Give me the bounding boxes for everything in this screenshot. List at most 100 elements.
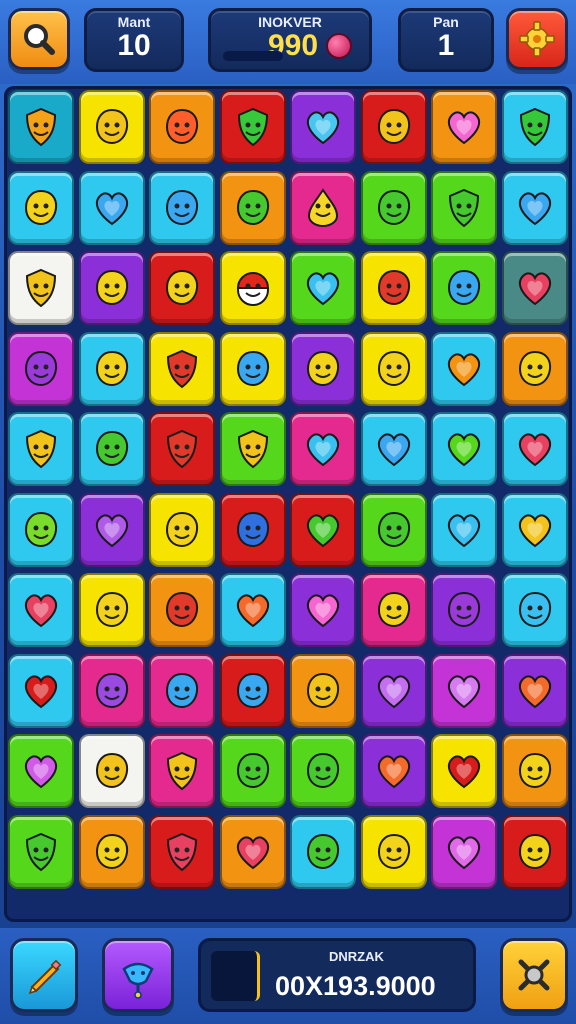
board-tile[interactable] xyxy=(8,653,74,728)
board-tile[interactable] xyxy=(78,653,145,728)
board-tile[interactable] xyxy=(290,573,356,647)
blob-icon xyxy=(306,672,340,708)
board-tile[interactable] xyxy=(360,492,427,567)
board-tile[interactable] xyxy=(431,331,497,406)
board-tile[interactable] xyxy=(360,653,427,728)
board-tile[interactable] xyxy=(290,331,356,406)
board-tile[interactable] xyxy=(501,734,568,808)
board-tile[interactable] xyxy=(78,251,145,325)
heart-icon xyxy=(447,755,481,789)
board-tile[interactable] xyxy=(8,492,74,567)
board-tile[interactable] xyxy=(501,814,568,889)
board-tile[interactable] xyxy=(149,653,215,728)
board-tile[interactable] xyxy=(501,653,568,728)
board-tile[interactable] xyxy=(290,90,356,164)
board-tile[interactable] xyxy=(290,734,356,808)
board-tile[interactable] xyxy=(290,653,356,728)
board-tile[interactable] xyxy=(78,170,145,245)
board-tile[interactable] xyxy=(149,251,215,325)
board-tile[interactable] xyxy=(431,251,497,325)
board-tile[interactable] xyxy=(219,170,286,245)
board-tile[interactable] xyxy=(360,412,427,486)
board-tile[interactable] xyxy=(501,331,568,406)
board-tile[interactable] xyxy=(431,90,497,164)
board-tile[interactable] xyxy=(78,412,145,486)
board-tile[interactable] xyxy=(149,331,215,406)
board-tile[interactable] xyxy=(219,573,286,647)
shield-icon xyxy=(166,832,198,871)
board-tile[interactable] xyxy=(219,90,286,164)
blob-icon xyxy=(518,591,551,628)
board-tile[interactable] xyxy=(290,170,356,245)
board-tile[interactable] xyxy=(219,331,286,406)
board-tile[interactable] xyxy=(149,492,215,567)
board-tile[interactable] xyxy=(149,814,215,889)
board-tile[interactable] xyxy=(501,90,568,164)
board-tile[interactable] xyxy=(219,814,286,889)
board-tile[interactable] xyxy=(360,814,427,889)
board-tile[interactable] xyxy=(219,251,286,325)
board-tile[interactable] xyxy=(8,90,74,164)
board-tile[interactable] xyxy=(360,170,427,245)
board-tile[interactable] xyxy=(78,573,145,647)
board-tile[interactable] xyxy=(431,492,497,567)
search-button[interactable] xyxy=(8,8,70,70)
shuffle-button[interactable] xyxy=(500,938,568,1012)
board-tile[interactable] xyxy=(431,573,497,647)
board-tile[interactable] xyxy=(8,331,74,406)
board-tile[interactable] xyxy=(149,734,215,808)
board-tile[interactable] xyxy=(78,90,145,164)
heart-icon xyxy=(306,111,340,145)
board-tile[interactable] xyxy=(149,573,215,647)
board-tile[interactable] xyxy=(501,251,568,325)
booster-button[interactable] xyxy=(102,938,174,1012)
shuffle-icon xyxy=(518,959,550,991)
board-tile[interactable] xyxy=(360,734,427,808)
board-tile[interactable] xyxy=(219,653,286,728)
board-tile[interactable] xyxy=(290,251,356,325)
board-tile[interactable] xyxy=(219,412,286,486)
board-tile[interactable] xyxy=(431,412,497,486)
ball-icon xyxy=(236,272,269,306)
board-tile[interactable] xyxy=(290,492,356,567)
board-tile[interactable] xyxy=(8,412,74,486)
board-tile[interactable] xyxy=(149,170,215,245)
shield-icon xyxy=(166,751,198,791)
board-tile[interactable] xyxy=(431,814,497,889)
board-tile[interactable] xyxy=(290,814,356,889)
board-tile[interactable] xyxy=(360,331,427,406)
board-tile[interactable] xyxy=(8,814,74,889)
board-tile[interactable] xyxy=(8,251,74,325)
board-tile[interactable] xyxy=(431,653,497,728)
board-tile[interactable] xyxy=(78,814,145,889)
gem-icon xyxy=(326,33,353,59)
board-tile[interactable] xyxy=(8,170,74,245)
heart-icon xyxy=(447,674,481,708)
board-tile[interactable] xyxy=(8,734,74,808)
shield-icon xyxy=(448,188,480,227)
board-tile[interactable] xyxy=(431,734,497,808)
board-tile[interactable] xyxy=(360,251,427,325)
heart-icon xyxy=(306,513,340,547)
board-tile[interactable] xyxy=(501,170,568,245)
board-tile[interactable] xyxy=(78,734,145,808)
board-tile[interactable] xyxy=(8,573,74,647)
board-tile[interactable] xyxy=(149,412,215,486)
board-tile[interactable] xyxy=(360,90,427,164)
board-tile[interactable] xyxy=(431,170,497,245)
board-tile[interactable] xyxy=(501,412,568,486)
pencil-button[interactable] xyxy=(10,938,78,1012)
board-tile[interactable] xyxy=(501,573,568,647)
board-tile[interactable] xyxy=(360,573,427,647)
board-tile[interactable] xyxy=(78,492,145,567)
board-tile[interactable] xyxy=(149,90,215,164)
board-tile[interactable] xyxy=(219,734,286,808)
magnifier-icon xyxy=(24,24,55,55)
board-tile[interactable] xyxy=(501,492,568,567)
bottom-score-value: 00X193.9000 xyxy=(275,971,436,1001)
board-tile[interactable] xyxy=(290,412,356,486)
board-tile[interactable] xyxy=(219,492,286,567)
board-tile[interactable] xyxy=(78,331,145,406)
settings-button[interactable] xyxy=(506,8,568,70)
blob-icon xyxy=(377,511,410,547)
